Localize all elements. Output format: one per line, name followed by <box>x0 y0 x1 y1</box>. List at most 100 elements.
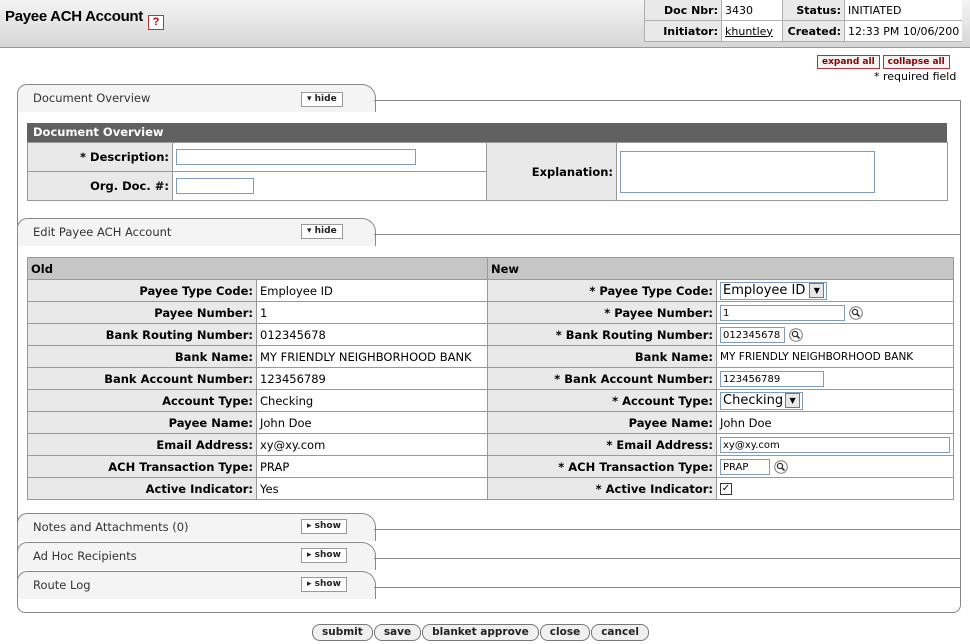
old-value: 012345678 <box>256 323 488 346</box>
expand-collapse-group: expand all collapse all <box>817 55 950 69</box>
save-button[interactable]: save <box>373 624 422 641</box>
page-title: Payee ACH Account <box>5 8 143 25</box>
show-toggle-button[interactable]: ▸ show <box>301 519 347 534</box>
old-label: Account Type: <box>27 389 257 412</box>
table-row: Payee Number: 1 * Payee Number: 1 <box>27 301 954 324</box>
page-header: Payee ACH Account ? Doc Nbr: 3430 Status… <box>0 0 970 48</box>
help-icon[interactable]: ? <box>148 15 164 30</box>
new-value: MY FRIENDLY NEIGHBORHOOD BANK <box>716 345 954 368</box>
tab-rule <box>374 234 960 235</box>
tab-title: Ad Hoc Recipients <box>33 549 137 563</box>
new-label: * Bank Routing Number: <box>487 323 717 346</box>
ach-transaction-type-input[interactable]: PRAP <box>720 458 770 475</box>
new-label: * Payee Type Code: <box>487 279 717 302</box>
magnifier-icon[interactable] <box>849 305 863 320</box>
old-value: 1 <box>256 301 488 324</box>
old-label: Email Address: <box>27 433 257 456</box>
show-toggle-button[interactable]: ▸ show <box>301 548 347 563</box>
new-header: New <box>487 257 954 280</box>
tab-ad-hoc-recipients: Ad Hoc Recipients ▸ show <box>17 542 376 570</box>
new-label: Payee Name: <box>487 411 717 434</box>
table-row: Payee Name: John Doe Payee Name: John Do… <box>27 411 954 434</box>
doc-nbr-label: Doc Nbr: <box>644 0 722 21</box>
table-row: ACH Transaction Type: PRAP * ACH Transac… <box>27 455 954 478</box>
org-doc-label: Org. Doc. #: <box>27 171 173 201</box>
old-label: Payee Number: <box>27 301 257 324</box>
tab-route-log: Route Log ▸ show <box>17 571 376 599</box>
old-value: Checking <box>256 389 488 412</box>
table-row: Payee Type Code: Employee ID * Payee Typ… <box>27 279 954 302</box>
hide-toggle-button[interactable]: ▾ hide <box>301 92 343 107</box>
status-label: Status: <box>782 0 845 21</box>
bank-account-number-input[interactable]: 123456789 <box>720 370 824 387</box>
org-doc-input[interactable] <box>176 178 254 194</box>
required-field-note: * required field <box>874 70 957 83</box>
new-label: * Account Type: <box>487 389 717 412</box>
expand-all-button[interactable]: expand all <box>817 55 880 69</box>
active-indicator-checkbox[interactable]: ✓ <box>720 483 732 495</box>
old-label: Active Indicator: <box>27 477 257 500</box>
new-value: John Doe <box>716 411 954 434</box>
payee-type-code-selected: Employee ID <box>723 283 806 298</box>
new-label: Bank Name: <box>487 345 717 368</box>
payee-number-input[interactable]: 1 <box>720 304 845 321</box>
old-value: 123456789 <box>256 367 488 390</box>
document-overview-table: * Description: Explanation: Org. Doc. #: <box>27 142 948 201</box>
old-label: ACH Transaction Type: <box>27 455 257 478</box>
initiator-link[interactable]: khuntley <box>725 25 773 38</box>
tab-title: Document Overview <box>33 91 151 105</box>
old-value: MY FRIENDLY NEIGHBORHOOD BANK <box>256 345 488 368</box>
account-type-select[interactable]: Checking ▼ <box>720 391 804 410</box>
old-value: Yes <box>256 477 488 500</box>
tab-document-overview: Document Overview ▾ hide <box>17 84 376 112</box>
payee-type-code-select[interactable]: Employee ID ▼ <box>720 281 828 300</box>
created-label: Created: <box>782 20 845 42</box>
old-label: Payee Name: <box>27 411 257 434</box>
section-header-document-overview: Document Overview <box>27 123 947 142</box>
email-address-input[interactable]: xy@xy.com <box>720 436 950 453</box>
magnifier-icon[interactable] <box>789 327 803 342</box>
magnifier-icon[interactable] <box>774 459 788 474</box>
old-value: John Doe <box>256 411 488 434</box>
tab-rule <box>374 529 960 530</box>
created-value: 12:33 PM 10/06/200 <box>844 20 963 42</box>
explanation-textarea[interactable] <box>620 150 875 193</box>
new-label: * ACH Transaction Type: <box>487 455 717 478</box>
document-info-table: Doc Nbr: 3430 Status: INITIATED Initiato… <box>644 0 963 42</box>
old-value: PRAP <box>256 455 488 478</box>
submit-button[interactable]: submit <box>312 624 373 641</box>
action-buttons: submit save blanket approve close cancel <box>312 624 650 641</box>
status-value: INITIATED <box>844 0 963 21</box>
old-header: Old <box>27 257 488 280</box>
new-label: * Bank Account Number: <box>487 367 717 390</box>
bank-routing-number-input[interactable]: 012345678 <box>720 326 785 343</box>
new-label: * Active Indicator: <box>487 477 717 500</box>
hide-toggle-button[interactable]: ▾ hide <box>301 224 343 239</box>
tab-title: Notes and Attachments (0) <box>33 520 189 534</box>
table-row: Account Type: Checking * Account Type: C… <box>27 389 954 412</box>
blanket-approve-button[interactable]: blanket approve <box>422 624 539 641</box>
account-type-selected: Checking <box>723 393 784 408</box>
tab-rule <box>374 587 960 588</box>
old-value: Employee ID <box>256 279 488 302</box>
old-label: Bank Name: <box>27 345 257 368</box>
table-row: Email Address: xy@xy.com * Email Address… <box>27 433 954 456</box>
collapse-all-button[interactable]: collapse all <box>882 55 950 69</box>
table-row: Bank Name: MY FRIENDLY NEIGHBORHOOD BANK… <box>27 345 954 368</box>
show-toggle-button[interactable]: ▸ show <box>301 577 347 592</box>
old-label: Bank Routing Number: <box>27 323 257 346</box>
tab-notes-and-attachments: Notes and Attachments (0) ▸ show <box>17 513 376 541</box>
tab-edit-payee-ach-account: Edit Payee ACH Account ▾ hide <box>17 218 376 246</box>
table-row: Bank Account Number: 123456789 * Bank Ac… <box>27 367 954 390</box>
initiator-label: Initiator: <box>644 20 722 42</box>
close-button[interactable]: close <box>539 624 591 641</box>
table-row: Active Indicator: Yes * Active Indicator… <box>27 477 954 500</box>
new-label: * Payee Number: <box>487 301 717 324</box>
tab-title: Edit Payee ACH Account <box>33 225 172 239</box>
description-label: * Description: <box>27 142 173 172</box>
chevron-down-icon: ▼ <box>785 393 801 408</box>
edit-payee-table: Old New Payee Type Code: Employee ID * P… <box>27 257 954 500</box>
cancel-button[interactable]: cancel <box>591 624 649 641</box>
tab-title: Route Log <box>33 578 91 592</box>
description-input[interactable] <box>176 149 416 165</box>
